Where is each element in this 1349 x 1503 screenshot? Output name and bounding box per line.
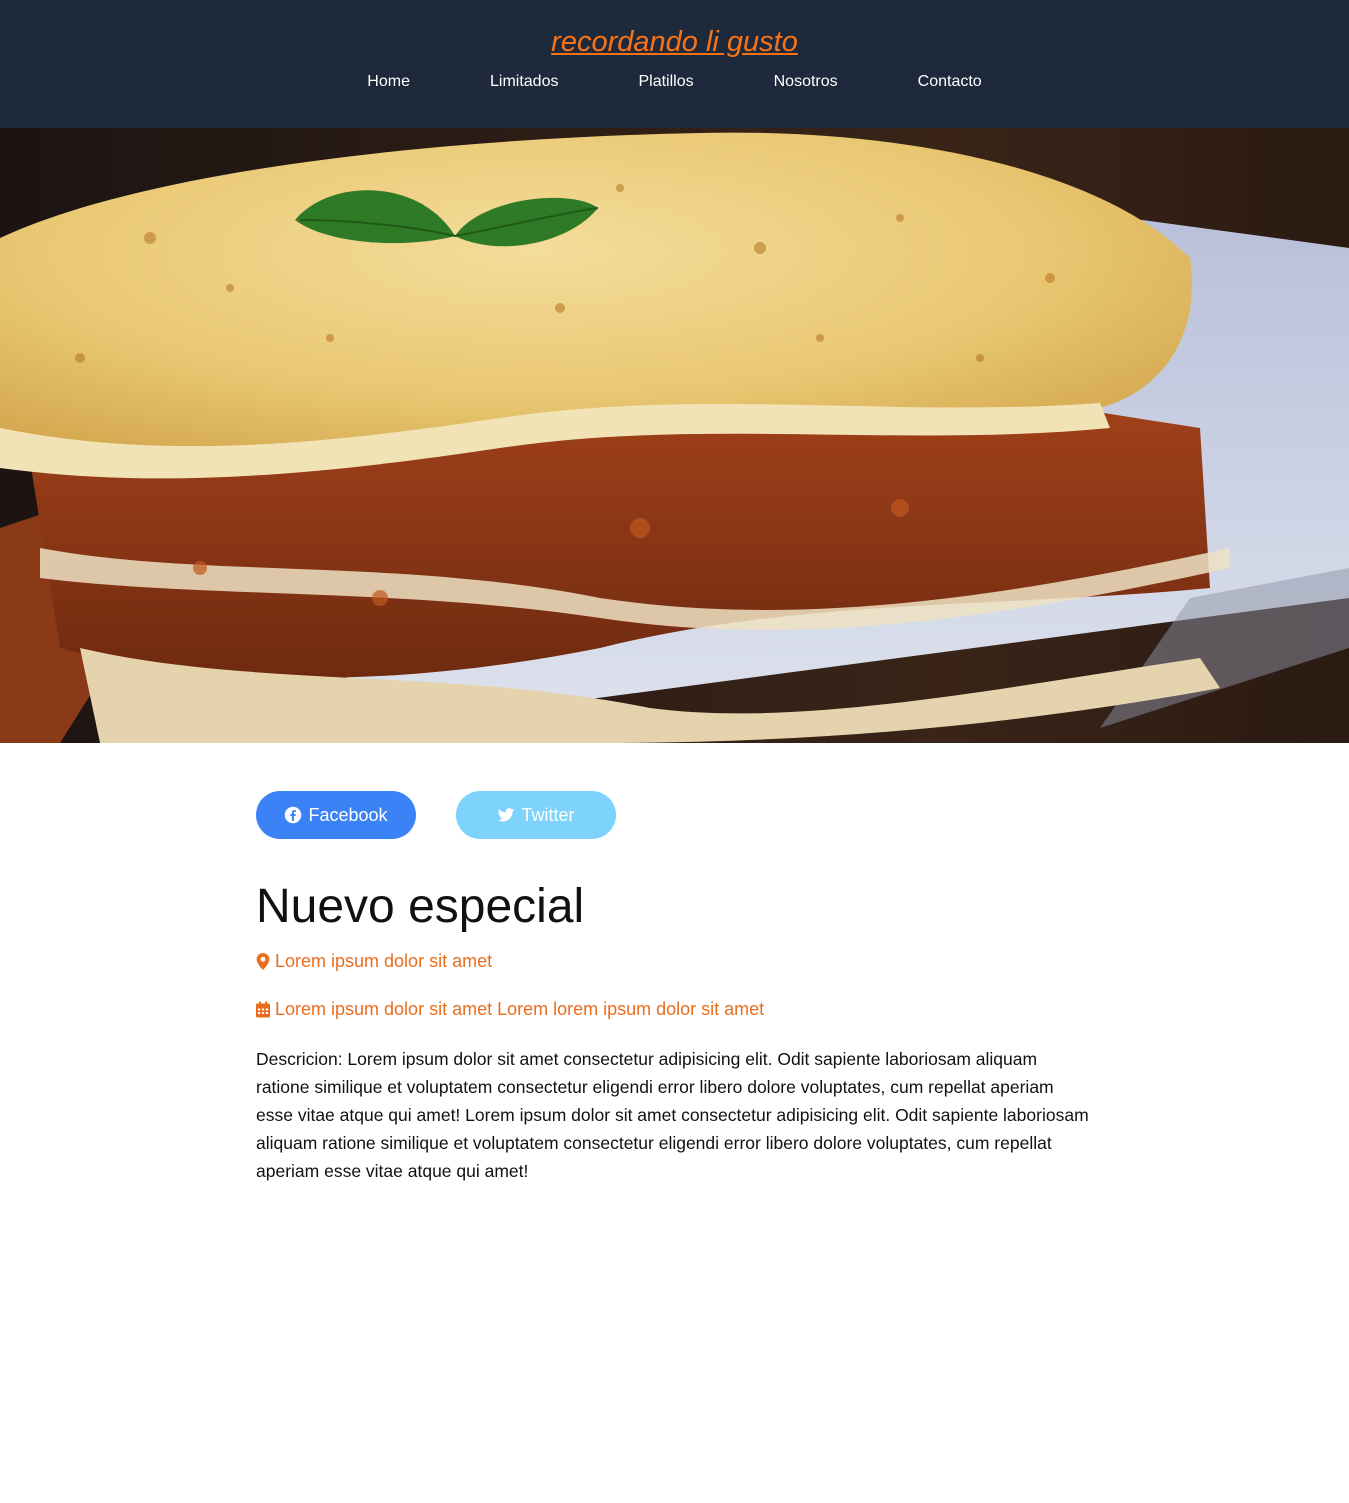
article-description: Descricion: Lorem ipsum dolor sit amet c…	[256, 1049, 1089, 1181]
twitter-label: Twitter	[521, 804, 575, 825]
main-nav: Home Limitados Platillos Nosotros Contac…	[0, 72, 1349, 92]
nav-contacto[interactable]: Contacto	[918, 72, 982, 92]
nav-home[interactable]: Home	[367, 72, 410, 92]
facebook-icon	[285, 806, 302, 824]
facebook-button[interactable]: Facebook	[256, 791, 416, 839]
main-content: Facebook Twitter Nuevo especial Lorem ip…	[256, 743, 1094, 1185]
hero-image	[0, 128, 1349, 743]
site-header: recordando li gusto Home Limitados Plati…	[0, 0, 1349, 128]
facebook-label: Facebook	[308, 804, 388, 825]
article-date: Lorem ipsum dolor sit amet Lorem lorem i…	[256, 997, 1094, 1021]
brand-logo[interactable]: recordando li gusto	[0, 0, 1349, 72]
location-text: Lorem ipsum dolor sit amet	[275, 951, 493, 971]
article-location: Lorem ipsum dolor sit amet	[256, 949, 1094, 973]
article-title: Nuevo especial	[256, 880, 585, 933]
lasagna-illustration	[0, 128, 1349, 743]
nav-limitados[interactable]: Limitados	[490, 72, 558, 92]
twitter-button[interactable]: Twitter	[456, 791, 616, 839]
nav-platillos[interactable]: Platillos	[638, 72, 693, 92]
calendar-icon	[256, 1001, 270, 1017]
nav-nosotros[interactable]: Nosotros	[774, 72, 838, 92]
twitter-icon	[498, 808, 515, 822]
map-pin-icon	[256, 952, 270, 970]
social-buttons: Facebook Twitter	[256, 791, 1094, 839]
date-text: Lorem ipsum dolor sit amet Lorem lorem i…	[275, 999, 765, 1019]
